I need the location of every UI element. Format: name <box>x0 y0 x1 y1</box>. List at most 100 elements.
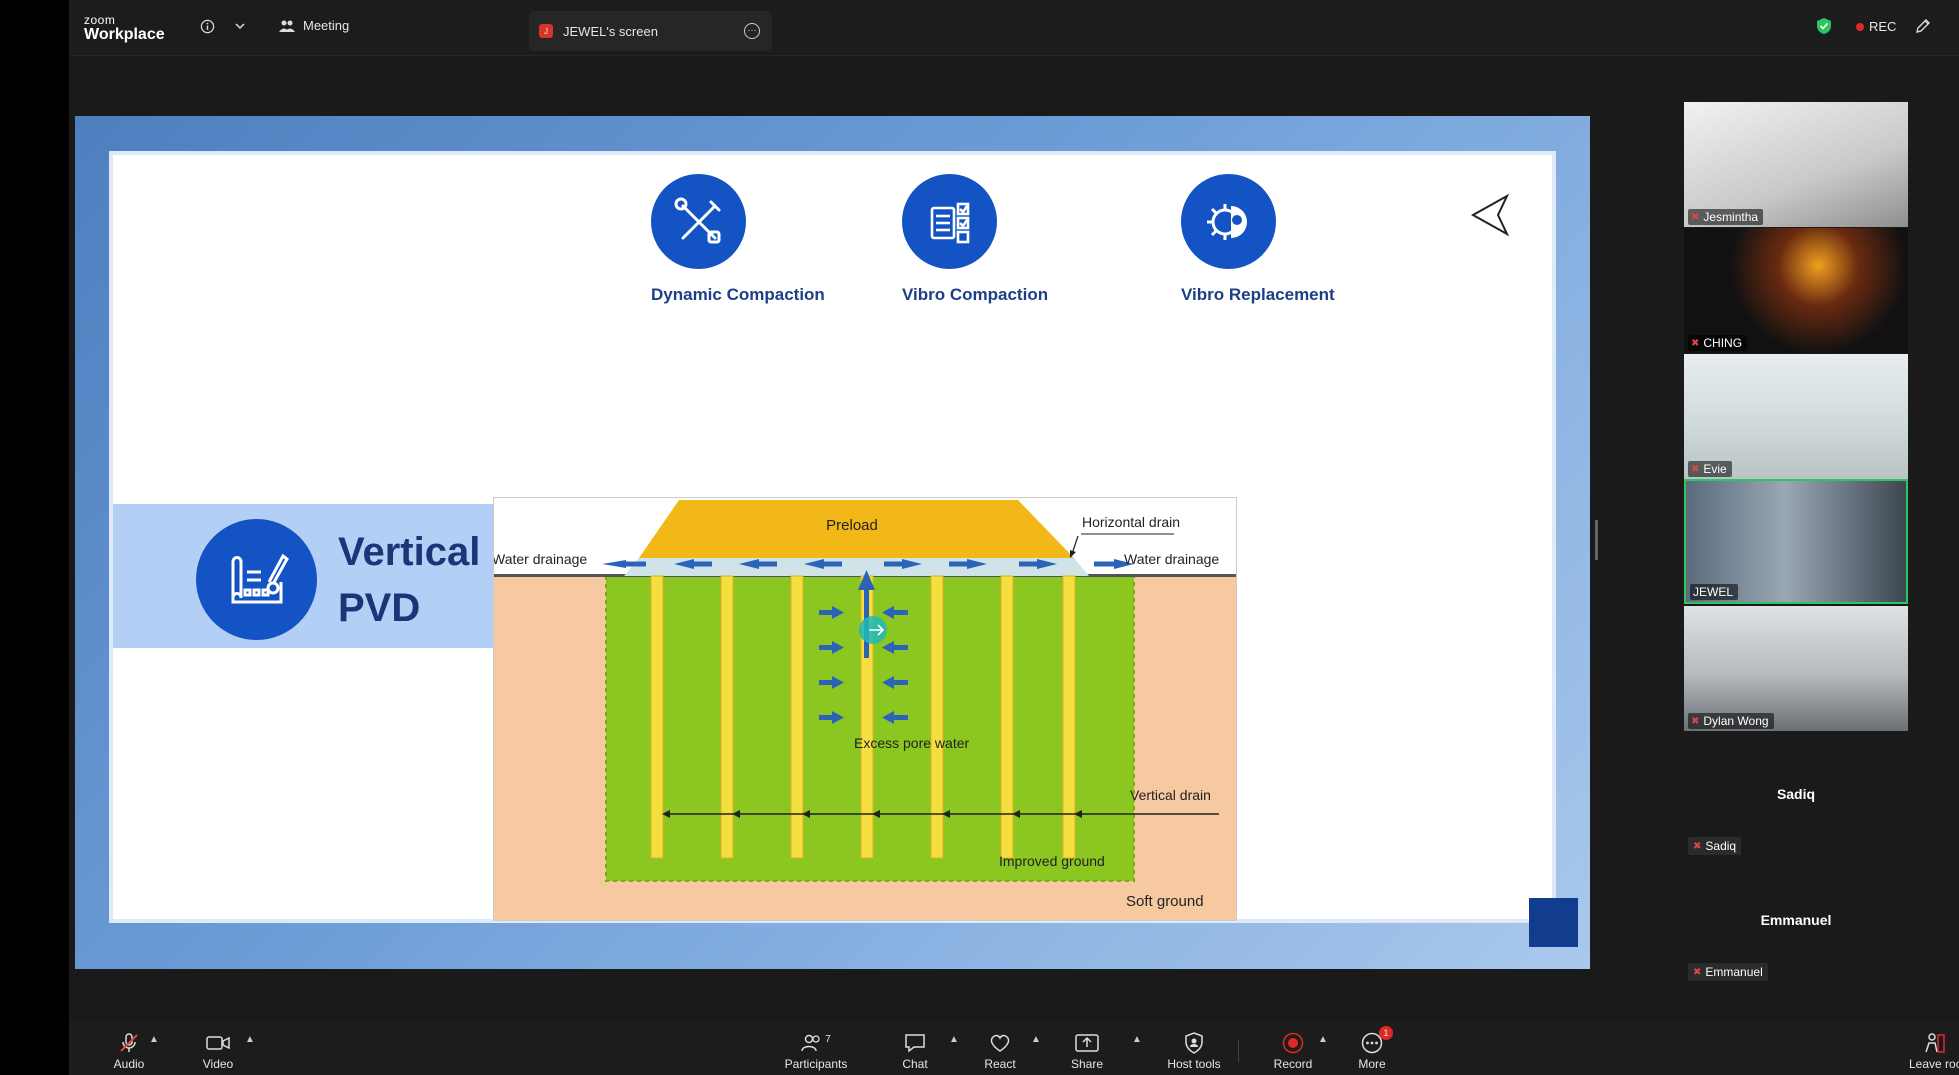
top-bar: zoom Workplace Meeting J JEWEL's screen … <box>69 0 1959 56</box>
participants-icon: 7 <box>779 1032 853 1054</box>
participant-tile-jewel[interactable]: JEWEL <box>1684 479 1908 604</box>
participant-name-tag: JEWEL <box>1690 584 1739 600</box>
meeting-label: Meeting <box>303 18 350 33</box>
host-tools-button[interactable]: Host tools <box>1159 1032 1229 1071</box>
meeting-menu[interactable]: Meeting <box>279 18 349 33</box>
preload-label: Preload <box>826 517 878 534</box>
video-camera-icon <box>192 1032 244 1054</box>
mic-muted-icon: ✖ <box>1691 337 1700 349</box>
leave-door-icon <box>1909 1032 1959 1054</box>
record-icon <box>1270 1032 1316 1054</box>
feature-label: Vibro Replacement <box>1181 285 1335 304</box>
video-options-chevron-icon[interactable]: ▲ <box>245 1034 255 1045</box>
leave-label: Leave roo <box>1909 1057 1959 1071</box>
shared-screen-tab[interactable]: J JEWEL's screen ··· <box>529 11 772 51</box>
feature-vibro-replacement: Vibro Replacement <box>1181 174 1335 305</box>
mic-muted-icon <box>103 1032 155 1054</box>
participant-title-sadiq: Sadiq <box>1776 786 1816 802</box>
participant-tile-jesmintha[interactable]: ✖ Jesmintha <box>1684 102 1908 227</box>
improved-ground-label: Improved ground <box>999 853 1105 869</box>
participants-label: Participants <box>784 1057 848 1071</box>
participant-name: Jesmintha <box>1703 210 1759 224</box>
blueprint-icon <box>196 519 317 640</box>
gear-bulb-icon <box>1181 174 1276 269</box>
participant-tile-sadiq[interactable]: ✖ Sadiq <box>1688 837 1742 855</box>
people-icon <box>279 20 295 32</box>
chat-label: Chat <box>902 1057 928 1071</box>
participant-name: JEWEL <box>1693 585 1734 599</box>
record-options-chevron-icon[interactable]: ▲ <box>1318 1034 1328 1045</box>
toolbar-divider <box>1238 1040 1239 1062</box>
record-label: Record <box>1273 1057 1313 1071</box>
feature-label: Dynamic Compaction <box>651 285 825 304</box>
share-button[interactable]: Share <box>1067 1032 1107 1071</box>
participant-name: Emmanuel <box>1705 965 1763 979</box>
mic-muted-icon: ✖ <box>1691 715 1700 727</box>
participants-button[interactable]: 7 Participants <box>779 1032 853 1072</box>
more-label: More <box>1358 1057 1386 1071</box>
participant-name: CHING <box>1703 336 1743 350</box>
horizontal-drain-label: Horizontal drain <box>1082 514 1180 530</box>
chat-bubble-icon <box>895 1032 935 1054</box>
water-drainage-right-label: Water drainage <box>1124 551 1219 567</box>
participant-name: Sadiq <box>1705 839 1737 853</box>
video-button[interactable]: Video <box>192 1032 244 1071</box>
video-label: Video <box>202 1057 234 1071</box>
audio-button[interactable]: Audio <box>103 1032 155 1071</box>
tools-icon <box>651 174 746 269</box>
encryption-shield-icon[interactable] <box>1816 17 1832 38</box>
chevron-down-icon[interactable] <box>234 19 246 35</box>
feature-label: Vibro Compaction <box>902 285 1049 304</box>
participant-tile-evie[interactable]: ✖ Evie <box>1684 354 1908 479</box>
react-label: React <box>984 1057 1016 1071</box>
slide-corner-block <box>1529 898 1578 947</box>
participant-name-tag: ✖ Evie <box>1688 461 1732 477</box>
more-badge: 1 <box>1379 1026 1393 1040</box>
recording-indicator[interactable]: REC <box>1856 19 1896 34</box>
react-button[interactable]: React <box>980 1032 1020 1071</box>
more-button[interactable]: 1 More <box>1352 1026 1393 1071</box>
feature-vibro-compaction: Vibro Compaction <box>902 174 1048 305</box>
participant-title-emmanuel: Emmanuel <box>1760 912 1832 928</box>
participant-tile-emmanuel[interactable]: ✖ Emmanuel <box>1688 963 1768 981</box>
participants-count: 7 <box>825 1033 831 1045</box>
pvd-diagram: Preload Horizontal drain Water drainage … <box>492 497 1237 921</box>
feature-dynamic-compaction: Dynamic Compaction <box>651 174 825 305</box>
zoom-workplace-logo: zoom Workplace <box>84 14 165 43</box>
participant-tile-ching[interactable]: ✖ CHING <box>1684 228 1908 353</box>
panel-resize-handle[interactable] <box>1595 520 1598 560</box>
participant-name-tag: ✖ Jesmintha <box>1688 209 1764 225</box>
share-options-chevron-icon[interactable]: ▲ <box>1132 1034 1142 1045</box>
excess-pore-water-label: Excess pore water <box>854 735 969 751</box>
back-arrow-icon[interactable] <box>1470 193 1510 237</box>
screen-options-icon[interactable]: ··· <box>744 23 760 39</box>
screen-tab-label: JEWEL's screen <box>563 23 658 39</box>
share-label: Share <box>1070 1057 1104 1071</box>
chat-button[interactable]: Chat <box>895 1032 935 1071</box>
record-button[interactable]: Record <box>1270 1032 1316 1071</box>
participant-name-tag: ✖ CHING <box>1688 335 1748 351</box>
pvd-diagram-graphic: Preload Horizontal drain Water drainage … <box>492 500 1236 920</box>
host-tools-label: Host tools <box>1167 1057 1221 1071</box>
shield-icon <box>1159 1032 1229 1054</box>
rec-label: REC <box>1869 19 1897 34</box>
info-icon[interactable] <box>200 19 215 37</box>
mic-muted-icon: ✖ <box>1691 463 1700 475</box>
leave-button[interactable]: Leave roo <box>1909 1032 1959 1071</box>
zoom-app-window: zoom Workplace Meeting J JEWEL's screen … <box>69 0 1959 1075</box>
mic-muted-icon: ✖ <box>1693 840 1702 852</box>
react-options-chevron-icon[interactable]: ▲ <box>1031 1034 1041 1045</box>
soft-ground-label: Soft ground <box>1126 893 1204 910</box>
checklist-icon <box>902 174 997 269</box>
presenter-avatar: J <box>539 24 553 38</box>
audio-options-chevron-icon[interactable]: ▲ <box>149 1034 159 1045</box>
audio-label: Audio <box>113 1057 145 1071</box>
mic-muted-icon: ✖ <box>1693 966 1702 978</box>
participant-name: Evie <box>1703 462 1727 476</box>
annotate-pen-icon[interactable] <box>1914 17 1932 38</box>
chat-options-chevron-icon[interactable]: ▲ <box>949 1034 959 1045</box>
heart-icon <box>980 1032 1020 1054</box>
participant-tile-dylan-wong[interactable]: ✖ Dylan Wong <box>1684 606 1908 731</box>
logo-top-text: zoom <box>84 13 116 27</box>
logo-bottom-text: Workplace <box>84 26 165 43</box>
